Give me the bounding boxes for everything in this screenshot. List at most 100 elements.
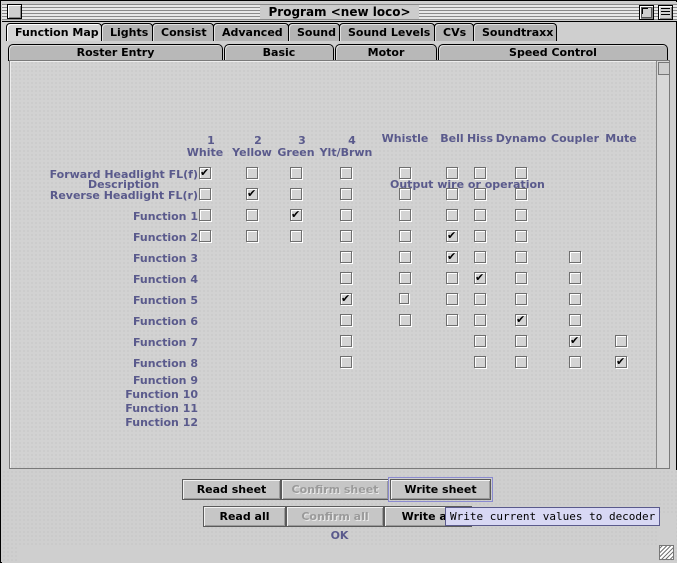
checkbox-function-5-bell[interactable] [446,293,458,305]
checkbox-function-6-dynamo[interactable]: ✔ [515,314,527,326]
tab-lights[interactable]: Lights [101,23,153,41]
zoom-box-icon[interactable] [639,5,654,20]
checkbox-function-5-coupler[interactable] [569,293,581,305]
check-mark-icon: ✔ [291,208,301,221]
checkbox-function-1-whistle[interactable] [399,209,411,221]
checkbox-function-2-ylt-brwn[interactable] [340,230,352,242]
row-label-function-9: Function 9 [132,374,198,387]
checkbox-function-5-whistle[interactable] [399,293,409,304]
checkbox-function-2-whistle[interactable] [399,230,411,242]
checkbox-function-7-hiss[interactable] [474,335,486,347]
checkbox-function-7-ylt-brwn[interactable] [340,335,352,347]
checkbox-function-2-hiss[interactable] [474,230,486,242]
ok-label[interactable]: OK [1,529,677,542]
checkbox-function-8-dynamo[interactable] [515,356,527,368]
tab-soundtraxx[interactable]: Soundtraxx [473,23,557,41]
checkbox-function-3-coupler[interactable] [569,251,581,263]
row-label-function-12: Function 12 [125,416,198,429]
checkbox-function-1-white[interactable] [199,209,211,221]
checkbox-function-6-ylt-brwn[interactable] [340,314,352,326]
checkbox-forward-headlight-fl-f--whistle[interactable] [399,167,411,179]
read-all-button[interactable]: Read all [203,506,286,527]
checkbox-function-2-white[interactable] [199,230,211,242]
checkbox-function-4-bell[interactable] [446,272,458,284]
scrollbar-thumb[interactable] [658,62,669,75]
checkbox-function-2-green[interactable] [290,230,302,242]
checkbox-function-1-yellow[interactable] [246,209,258,221]
checkbox-forward-headlight-fl-f--yellow[interactable] [246,167,258,179]
checkbox-function-1-bell[interactable] [446,209,458,221]
checkbox-function-3-dynamo[interactable] [515,251,527,263]
vertical-scrollbar[interactable] [656,61,669,468]
check-mark-icon: ✔ [200,166,210,179]
checkbox-function-6-hiss[interactable] [474,314,486,326]
checkbox-reverse-headlight-fl-r--hiss[interactable] [474,188,486,200]
checkbox-reverse-headlight-fl-r--white[interactable] [199,188,211,200]
checkbox-reverse-headlight-fl-r--whistle[interactable] [399,188,411,200]
checkbox-function-4-hiss[interactable]: ✔ [474,272,486,284]
row-label-function-11: Function 11 [125,402,198,415]
checkbox-function-1-ylt-brwn[interactable] [340,209,352,221]
window-shade-box-icon[interactable] [658,5,673,20]
checkbox-reverse-headlight-fl-r--green[interactable] [290,188,302,200]
subtab-speed-control[interactable]: Speed Control [438,44,668,61]
checkbox-forward-headlight-fl-f--white[interactable]: ✔ [199,167,211,179]
checkbox-function-6-coupler[interactable] [569,314,581,326]
read-sheet-button[interactable]: Read sheet [182,479,281,500]
checkbox-function-7-dynamo[interactable] [515,335,527,347]
checkbox-function-4-ylt-brwn[interactable] [340,272,352,284]
checkbox-function-3-ylt-brwn[interactable] [340,251,352,263]
checkbox-reverse-headlight-fl-r--bell[interactable] [446,188,458,200]
subtab-roster-entry[interactable]: Roster Entry [8,44,223,61]
checkbox-function-4-coupler[interactable] [569,272,581,284]
checkbox-function-5-dynamo[interactable] [515,293,527,305]
tab-sound[interactable]: Sound [288,23,340,41]
checkbox-forward-headlight-fl-f--green[interactable] [290,167,302,179]
checkbox-function-7-coupler[interactable]: ✔ [569,335,581,347]
checkbox-reverse-headlight-fl-r--ylt-brwn[interactable] [340,188,352,200]
checkbox-forward-headlight-fl-f--hiss[interactable] [474,167,486,179]
checkbox-forward-headlight-fl-f--ylt-brwn[interactable] [340,167,352,179]
checkbox-function-8-mute[interactable]: ✔ [615,356,627,368]
write-sheet-button[interactable]: Write sheet [388,477,493,502]
confirm-all-button: Confirm all [286,506,384,527]
checkbox-function-1-dynamo[interactable] [515,209,527,221]
row-label-function-5: Function 5 [132,294,198,307]
checkbox-function-8-hiss[interactable] [474,356,486,368]
grip-mask-h [19,545,659,562]
tab-advanced[interactable]: Advanced [213,23,289,41]
tab-sound-levels[interactable]: Sound Levels [339,23,435,41]
checkbox-forward-headlight-fl-f--bell[interactable] [446,167,458,179]
checkbox-function-3-hiss[interactable] [474,251,486,263]
checkbox-function-6-whistle[interactable] [399,314,411,326]
checkbox-function-8-coupler[interactable] [569,356,581,368]
checkbox-function-4-whistle[interactable] [399,272,411,284]
checkbox-function-5-hiss[interactable] [474,293,486,305]
checkbox-function-2-yellow[interactable] [246,230,258,242]
checkbox-function-4-dynamo[interactable] [515,272,527,284]
checkbox-function-7-mute[interactable] [615,335,627,347]
subtab-motor[interactable]: Motor [335,44,437,61]
title-bar-controls [639,5,673,20]
row-label-function-6: Function 6 [132,315,198,328]
checkbox-function-1-green[interactable]: ✔ [290,209,302,221]
checkbox-function-3-bell[interactable]: ✔ [446,251,458,263]
check-mark-icon: ✔ [341,292,351,305]
subtab-basic[interactable]: Basic [224,44,334,61]
checkbox-function-1-hiss[interactable] [474,209,486,221]
checkbox-forward-headlight-fl-f--dynamo[interactable] [515,167,527,179]
checkbox-function-2-bell[interactable]: ✔ [446,230,458,242]
tab-cvs[interactable]: CVs [434,23,474,41]
checkbox-function-8-ylt-brwn[interactable] [340,356,352,368]
checkbox-function-2-dynamo[interactable] [515,230,527,242]
checkbox-function-6-bell[interactable] [446,314,458,326]
check-mark-icon: ✔ [475,271,485,284]
title-bar: Program <new loco> [2,2,677,22]
tab-consist[interactable]: Consist [152,23,214,41]
tab-function-map[interactable]: Function Map [6,23,102,41]
resize-grip-icon[interactable] [659,545,674,560]
checkbox-function-3-whistle[interactable] [399,251,411,263]
checkbox-function-5-ylt-brwn[interactable]: ✔ [340,293,352,305]
checkbox-reverse-headlight-fl-r--yellow[interactable]: ✔ [246,188,258,200]
checkbox-reverse-headlight-fl-r--dynamo[interactable] [515,188,527,200]
